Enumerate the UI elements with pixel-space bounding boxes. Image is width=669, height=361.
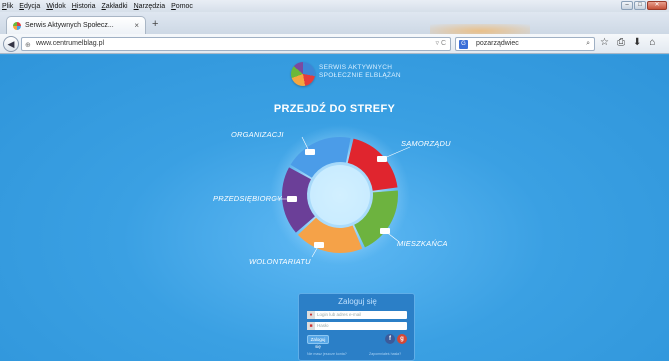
password-field[interactable]: ■ Hasło bbox=[307, 322, 407, 330]
zone-selector bbox=[260, 125, 420, 265]
login-button[interactable]: Zaloguj się bbox=[307, 335, 329, 349]
bookmark-star-icon[interactable]: ☆ bbox=[600, 37, 609, 48]
zone-handle-wolontariatu[interactable] bbox=[314, 242, 324, 248]
site-logo-icon[interactable] bbox=[291, 62, 315, 86]
window-controls: – □ ✕ bbox=[621, 1, 667, 10]
menu-edycja[interactable]: Edycja bbox=[19, 3, 40, 10]
search-value: pozarządwiec bbox=[476, 40, 519, 47]
menu-pomoc[interactable]: Pomoc bbox=[171, 3, 193, 10]
search-icon[interactable]: ⌕ bbox=[586, 38, 590, 50]
search-bar[interactable]: G pozarządwiec ⌕ bbox=[455, 37, 595, 51]
user-icon: ● bbox=[307, 311, 315, 319]
login-field[interactable]: ● Login lub adres e-mail bbox=[307, 311, 407, 319]
login-panel: Zaloguj się ● Login lub adres e-mail ■ H… bbox=[298, 293, 415, 361]
register-link[interactable]: Nie masz jeszcze konta? bbox=[307, 352, 347, 356]
address-bar[interactable]: ⊕ www.centrumelblag.pl ▿ C bbox=[21, 37, 451, 51]
reload-icon[interactable]: ▿ C bbox=[435, 38, 446, 50]
login-placeholder: Login lub adres e-mail bbox=[317, 312, 362, 317]
page-content: SERWIS AKTYWNYCH SPOŁECZNIE ELBLĄŻAN PRZ… bbox=[0, 55, 669, 361]
site-logo-text: SERWIS AKTYWNYCH SPOŁECZNIE ELBLĄŻAN bbox=[319, 64, 401, 80]
back-button[interactable]: ◀ bbox=[3, 36, 19, 52]
login-title: Zaloguj się bbox=[338, 297, 377, 306]
ring-center bbox=[310, 165, 370, 225]
tab-bar: Serwis Aktywnych Społecz... × + bbox=[0, 12, 669, 38]
maximize-button[interactable]: □ bbox=[634, 1, 646, 10]
search-engine-icon[interactable]: G bbox=[459, 40, 468, 49]
zone-handle-przedsiebiorcy[interactable] bbox=[287, 196, 297, 202]
tab-close-icon[interactable]: × bbox=[134, 21, 139, 30]
downloads-icon[interactable]: ⬇ bbox=[633, 37, 641, 48]
password-placeholder: Hasło bbox=[317, 323, 329, 328]
menu-narzedzia[interactable]: Narzędzia bbox=[134, 3, 166, 10]
toolbar-icons: ☆ ⎙ ⬇ ⌂ bbox=[600, 37, 655, 48]
zone-handle-mieszkanca[interactable] bbox=[380, 228, 390, 234]
facebook-login-icon[interactable]: f bbox=[385, 334, 395, 344]
menu-historia[interactable]: Historia bbox=[72, 3, 96, 10]
menu-plik[interactable]: Plik bbox=[2, 3, 13, 10]
logo-line-1: SERWIS AKTYWNYCH bbox=[319, 64, 393, 71]
forgot-password-link[interactable]: Zapomniałeś hasła? bbox=[369, 352, 401, 356]
minimize-button[interactable]: – bbox=[621, 1, 633, 10]
lock-icon: ■ bbox=[307, 322, 315, 330]
page-title: PRZEJDŹ DO STREFY bbox=[273, 103, 396, 115]
menu-widok[interactable]: Widok bbox=[46, 3, 65, 10]
zone-ring bbox=[270, 125, 411, 265]
bookmarks-list-icon[interactable]: ⎙ bbox=[617, 37, 625, 48]
favicon-icon bbox=[13, 21, 21, 30]
zone-handle-organizacji[interactable] bbox=[305, 149, 315, 155]
home-icon[interactable]: ⌂ bbox=[649, 37, 655, 48]
address-url: www.centrumelblag.pl bbox=[36, 40, 105, 47]
logo-line-2: SPOŁECZNIE ELBLĄŻAN bbox=[319, 72, 401, 79]
zone-handle-samorzadu[interactable] bbox=[377, 156, 387, 162]
tab-serwis[interactable]: Serwis Aktywnych Społecz... × bbox=[6, 16, 146, 34]
navigation-bar: ◀ ⊕ www.centrumelblag.pl ▿ C G pozarządw… bbox=[0, 34, 669, 54]
back-arrow-icon: ◀ bbox=[7, 39, 15, 49]
menu-zakladki[interactable]: Zakładki bbox=[102, 3, 128, 10]
globe-icon: ⊕ bbox=[25, 42, 31, 49]
new-tab-button[interactable]: + bbox=[152, 18, 158, 30]
tab-title: Serwis Aktywnych Społecz... bbox=[25, 22, 114, 29]
close-window-button[interactable]: ✕ bbox=[647, 1, 667, 10]
menu-bar: Plik Edycja Widok Historia Zakładki Narz… bbox=[0, 0, 669, 12]
google-login-icon[interactable]: g bbox=[397, 334, 407, 344]
